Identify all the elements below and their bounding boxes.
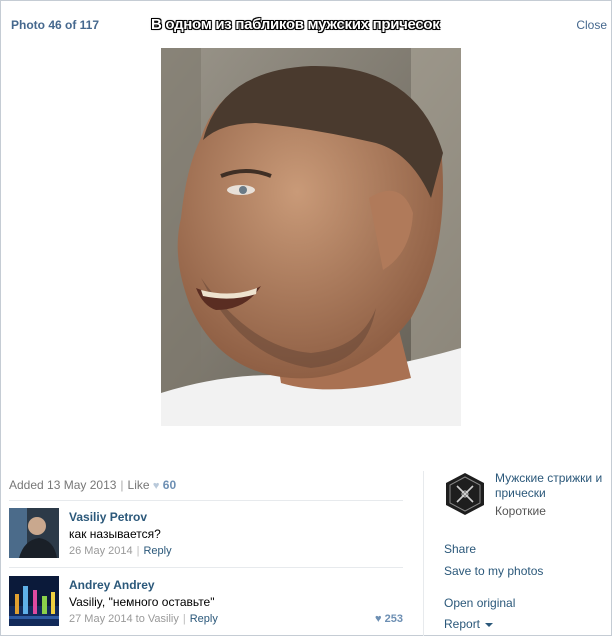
reply-link[interactable]: Reply [143,545,171,557]
comment-date: 26 May 2014 [69,545,133,557]
comment-likes[interactable]: ♥ 253 [375,613,403,625]
report-label: Report [444,617,481,631]
avatar[interactable] [9,508,59,558]
save-to-photos-link[interactable]: Save to my photos [444,564,543,578]
comment-author[interactable]: Vasiliy Petrov [69,510,147,524]
close-button[interactable]: Close [576,18,607,32]
added-date: Added 13 May 2013 [9,478,117,492]
photo-meta: Added 13 May 2013 | Like ♥ 60 [9,478,177,492]
comment-text: Vasiliy, "немного оставьте" [69,595,215,609]
comment-likes-count: 253 [384,613,403,625]
reply-link[interactable]: Reply [190,613,218,625]
share-link[interactable]: Share [444,542,476,556]
open-original-link[interactable]: Open original [444,596,515,610]
comment-date[interactable]: 27 May 2014 to Vasiliy [69,613,179,625]
comment-item: Andrey Andrey Vasiliy, "немного оставьте… [9,576,409,630]
photo-viewer: Photo 46 of 117 В одном из пабликов мужс… [0,0,612,636]
comment-author[interactable]: Andrey Andrey [69,578,155,592]
photo-caption: В одном из пабликов мужских причесок [151,16,440,33]
comment-text: как называется? [69,527,161,541]
comment-info: 26 May 2014 | Reply [69,545,172,557]
chevron-down-icon [485,622,494,627]
photo-counter: Photo 46 of 117 [11,18,100,32]
like-button[interactable]: Like [128,478,150,492]
portrait-image [161,48,461,426]
comment-info: 27 May 2014 to Vasiliy | Reply [69,613,218,625]
sidebar-divider [423,471,424,636]
group-logo-icon[interactable] [445,472,485,516]
heart-icon: ♥ [375,613,382,625]
report-menu[interactable]: Report [444,617,494,631]
heart-icon[interactable]: ♥ [153,480,160,492]
comment-item: Vasiliy Petrov как называется? 26 May 20… [9,508,409,562]
divider [9,567,403,568]
group-name-link[interactable]: Мужские стрижки и прически [495,471,607,501]
likes-count[interactable]: 60 [163,478,176,492]
album-link[interactable]: Короткие [495,504,546,518]
avatar[interactable] [9,576,59,626]
main-photo[interactable] [161,48,461,426]
divider [9,500,403,501]
